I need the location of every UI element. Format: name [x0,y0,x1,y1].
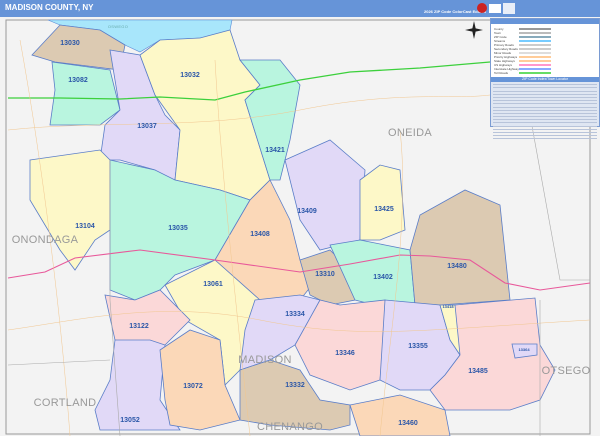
zip-label-13032: 13032 [180,72,200,79]
legend-swatch [519,60,551,62]
zip-label-13334: 13334 [285,311,305,318]
county-label-oswego: OSWEGO [108,24,128,29]
zip-label-13460: 13460 [398,420,418,427]
county-label-cortland: CORTLAND [34,397,97,409]
zip-label-13072: 13072 [183,383,203,390]
zip-label-13409: 13409 [297,208,317,215]
zip-area-13082[interactable] [49,61,121,126]
legend-swatch [519,64,551,66]
zip-label-13402: 13402 [373,274,393,281]
zip-index-panel: ZIP Code Index/Town Locator [491,77,599,140]
zip-label-13030: 13030 [60,40,80,47]
legend-swatch [519,48,551,50]
legend-item: Toll Roads [494,71,509,75]
legend-swatch [519,32,551,34]
zip-label-13408: 13408 [250,231,270,238]
legend-swatch [519,28,551,30]
zip-label-13061: 13061 [203,281,223,288]
county-label-otsego: OTSEGO [542,365,591,377]
zip-label-13104: 13104 [75,223,95,230]
county-label-onondaga: ONONDAGA [12,234,79,246]
legend-swatch [519,40,551,42]
legend-swatch [519,52,551,54]
county-label-oneida: ONEIDA [388,127,432,139]
map-legend: County Town ZIP Code Streams Primary Roads Se… [490,18,600,140]
legend-swatch [519,68,551,70]
legend-swatch [519,72,551,74]
publisher-logo [477,3,515,14]
zip-label-13122: 13122 [129,323,149,330]
map-title: MADISON COUNTY, NY [5,3,94,12]
zip-label-13355: 13355 [408,343,428,350]
zip-label-13364: 13364 [518,347,530,352]
zip-index-row [493,136,597,140]
county-label-madison: MADISON [238,354,291,366]
zip-label-13052: 13052 [120,417,140,424]
legend-swatch [519,44,551,46]
zip-label-13418: 13418 [442,304,454,309]
zip-label-13346: 13346 [335,350,355,357]
zip-label-13082: 13082 [68,77,88,84]
zip-label-13332: 13332 [285,382,305,389]
zip-label-13421: 13421 [265,147,285,154]
zip-label-13037: 13037 [137,123,157,130]
legend-header [491,19,599,24]
legend-swatch [519,56,551,58]
legend-swatch [519,36,551,38]
county-label-chenango: CHENANGO [257,421,323,433]
zip-label-13480: 13480 [447,263,467,270]
zip-label-13425: 13425 [374,206,394,213]
zip-label-13310: 13310 [315,271,335,278]
zip-label-13035: 13035 [168,225,188,232]
zip-area-13425[interactable] [359,164,406,241]
header-bar: MADISON COUNTY, NY 2026 ZIP Code ColorCa… [0,0,600,18]
zip-label-13485: 13485 [468,368,488,375]
